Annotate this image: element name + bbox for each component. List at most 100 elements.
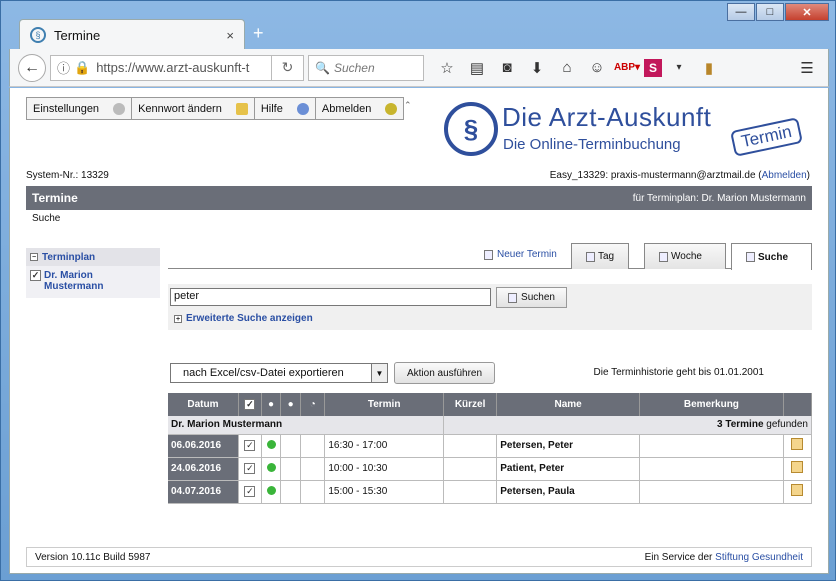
row-edit-cell — [783, 480, 813, 504]
new-appointment-label: Neuer Termin — [497, 249, 557, 260]
row-note — [639, 434, 784, 458]
action-select[interactable]: nach Excel/csv-Datei exportieren ▼ — [170, 363, 388, 383]
search-button[interactable]: Suchen — [496, 287, 567, 308]
url-text: https://www.arzt-auskunft-t — [96, 60, 250, 75]
breadcrumb: Suche — [32, 213, 61, 224]
plan-checkbox[interactable]: ✓ — [30, 270, 41, 281]
notebook-icon[interactable]: ▮ — [696, 55, 722, 81]
reload-button[interactable]: ↻ — [272, 54, 304, 81]
col-select-all[interactable]: ✓ — [238, 393, 263, 416]
date-link[interactable]: 24.06.2016 — [171, 463, 221, 474]
row-date: 06.06.2016 — [168, 434, 239, 458]
search-input[interactable]: 🔍 Suchen — [308, 54, 424, 81]
s-extension-icon[interactable]: S — [644, 58, 662, 77]
row-time: 16:30 - 17:00 — [324, 434, 444, 458]
pocket-icon[interactable]: ◙ — [494, 55, 520, 81]
url-bar[interactable]: ⓘ 🔒 https://www.arzt-auskunft-t — [50, 54, 272, 81]
row-checkbox[interactable]: ✓ — [244, 440, 256, 451]
menu-label: Kennwort ändern — [138, 102, 222, 115]
select-all-checkbox[interactable]: ✓ — [244, 399, 256, 410]
row-date: 24.06.2016 — [168, 457, 239, 481]
row-empty-cell — [300, 480, 326, 504]
time-link[interactable]: 15:00 - 15:30 — [328, 486, 387, 497]
new-appointment-link[interactable]: Neuer Termin — [484, 249, 557, 260]
tab-day[interactable]: Tag — [571, 243, 630, 269]
row-time: 15:00 - 15:30 — [324, 480, 444, 504]
favicon-icon: § — [30, 27, 46, 43]
dropdown-icon[interactable]: ▾ — [666, 55, 692, 81]
time-link[interactable]: 16:30 - 17:00 — [328, 440, 387, 451]
bookmark-star-icon[interactable]: ☆ — [434, 55, 460, 81]
menu-kennwort[interactable]: Kennwort ändern — [132, 98, 255, 119]
search-field[interactable]: peter — [170, 288, 491, 306]
time-link[interactable]: 10:00 - 10:30 — [328, 463, 387, 474]
row-short — [443, 457, 498, 481]
close-tab-icon[interactable]: × — [226, 28, 234, 43]
date-link[interactable]: 04.07.2016 — [171, 486, 221, 497]
home-icon[interactable]: ⌂ — [554, 55, 580, 81]
calendar-add-icon — [484, 249, 493, 260]
extended-search-toggle[interactable]: + Erweiterte Suche anzeigen — [174, 313, 313, 324]
menu-hilfe[interactable]: Hilfe — [255, 98, 316, 119]
row-checkbox[interactable]: ✓ — [244, 486, 256, 497]
new-tab-button[interactable]: + — [253, 23, 264, 44]
logout-link[interactable]: Abmelden — [762, 170, 807, 181]
chat-icon[interactable]: ☺ — [584, 55, 610, 81]
row-empty-cell — [300, 434, 326, 458]
logo: § Die Arzt-Auskunft Die Online-Terminbuc… — [442, 102, 814, 164]
date-link[interactable]: 06.06.2016 — [171, 440, 221, 451]
download-icon[interactable]: ⬇ — [524, 55, 550, 81]
info-icon[interactable]: ⓘ — [57, 58, 70, 77]
row-name: Petersen, Peter — [496, 434, 641, 458]
sidebar: − Terminplan ✓ Dr. Marion Mustermann — [26, 248, 160, 298]
foundation-link[interactable]: Stiftung Gesundheit — [715, 552, 803, 563]
day-icon — [586, 251, 595, 262]
table-row: 04.07.2016 ✓ 15:00 - 15:30 Petersen, Paula — [168, 480, 813, 504]
status-dot-icon — [266, 462, 276, 472]
search-tab-icon — [746, 252, 755, 262]
row-name: Patient, Peter — [496, 457, 641, 481]
action-row: nach Excel/csv-Datei exportieren ▼ Aktion… — [168, 360, 812, 386]
search-icon: 🔍 — [315, 60, 330, 75]
extended-search-label: Erweiterte Suche anzeigen — [186, 313, 313, 324]
collapse-icon[interactable]: − — [30, 253, 38, 261]
back-button[interactable]: ← — [18, 53, 46, 82]
edit-icon[interactable] — [791, 461, 804, 473]
row-note — [639, 457, 784, 481]
row-checkbox[interactable]: ✓ — [244, 463, 256, 474]
search-placeholder: Suchen — [333, 60, 375, 75]
tab-search[interactable]: Suche — [731, 243, 812, 270]
tab-title: Termine — [54, 27, 101, 43]
col-date[interactable]: Datum — [168, 393, 239, 416]
tab-week[interactable]: Woche — [644, 243, 726, 269]
menu-label: Hilfe — [260, 102, 283, 115]
hamburger-menu-icon[interactable]: ☰ — [794, 55, 820, 81]
run-action-button[interactable]: Aktion ausführen — [394, 362, 495, 384]
sidebar-header[interactable]: − Terminplan — [26, 248, 160, 266]
menu-einstellungen[interactable]: Einstellungen — [27, 98, 133, 119]
collapse-header-icon[interactable]: ⌃ — [404, 100, 412, 111]
edit-icon[interactable] — [791, 438, 804, 450]
group-row: Dr. Marion Mustermann 3 Termine gefunden — [168, 416, 813, 435]
menu-abmelden[interactable]: Abmelden — [316, 98, 404, 119]
col-short[interactable]: Kürzel — [443, 393, 498, 416]
row-status-cell — [261, 457, 282, 481]
col-note[interactable]: Bemerkung — [639, 393, 784, 416]
help-icon — [296, 102, 309, 115]
dropdown-arrow-icon[interactable]: ▼ — [371, 364, 387, 382]
sidebar-header-label: Terminplan — [42, 251, 96, 263]
browser-window: — □ ✕ § Termine × + ← ⓘ 🔒 https://www.ar… — [0, 0, 836, 581]
system-number: System-Nr.: 13329 — [26, 170, 109, 181]
service-text: Ein Service der — [644, 551, 716, 563]
browser-tab[interactable]: § Termine × — [19, 19, 245, 50]
reading-list-icon[interactable]: ▤ — [464, 55, 490, 81]
top-menu: Einstellungen Kennwort ändern Hilfe Abme… — [26, 97, 405, 120]
search-button-icon — [508, 292, 518, 303]
col-name[interactable]: Name — [496, 393, 641, 416]
edit-icon[interactable] — [791, 484, 804, 496]
adblock-icon[interactable]: ABP▾ — [614, 55, 640, 81]
plan-link[interactable]: Dr. Marion Mustermann — [44, 270, 114, 292]
count-suffix: gefunden — [763, 419, 808, 431]
col-time[interactable]: Termin — [324, 393, 444, 416]
row-status-cell — [261, 480, 282, 504]
